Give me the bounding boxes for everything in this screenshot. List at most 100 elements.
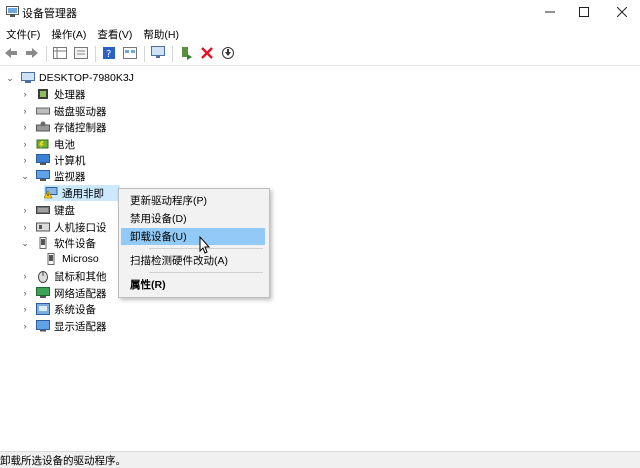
tree-item-system[interactable]: › 系统设备 xyxy=(20,301,96,317)
update-driver-icon xyxy=(179,46,193,63)
tree-item-label: 通用非即 xyxy=(62,187,104,200)
download-icon xyxy=(222,46,234,62)
chevron-right-icon[interactable]: › xyxy=(20,106,30,116)
tree-item-label: 监视器 xyxy=(54,170,86,183)
tree-item-label: 系统设备 xyxy=(54,303,96,316)
tree-item-label: 鼠标和其他 xyxy=(54,270,107,283)
disk-icon xyxy=(36,105,50,117)
show-hide-tree-button[interactable] xyxy=(51,45,69,63)
storage-icon xyxy=(36,121,50,133)
device-manager-icon xyxy=(6,6,19,17)
monitor-scan-icon xyxy=(151,46,165,62)
svg-text:?: ? xyxy=(106,49,111,59)
forward-button[interactable] xyxy=(23,45,41,63)
software-icon xyxy=(36,237,50,249)
chevron-down-icon[interactable]: ⌄ xyxy=(20,171,30,181)
system-icon xyxy=(36,303,50,315)
tree-item-monitor[interactable]: ⌄ 监视器 xyxy=(20,168,86,184)
menu-uninstall-device[interactable]: 卸载设备(U) xyxy=(121,228,265,245)
network-icon xyxy=(36,287,50,299)
forward-icon xyxy=(25,47,39,62)
tree-item-storage[interactable]: › 存储控制器 xyxy=(20,119,107,135)
chevron-right-icon[interactable]: › xyxy=(20,122,30,132)
context-menu: 更新驱动程序(P) 禁用设备(D) 卸载设备(U) 扫描检测硬件改动(A) 属性… xyxy=(118,188,270,298)
tree-item-computer[interactable]: › 计算机 xyxy=(20,152,86,168)
tree-item-label: 存储控制器 xyxy=(54,121,107,134)
chevron-right-icon[interactable]: › xyxy=(20,304,30,314)
menu-action[interactable]: 操作(A) xyxy=(45,27,91,42)
view-button[interactable] xyxy=(121,45,139,63)
tree-item-network[interactable]: › 网络适配器 xyxy=(20,285,107,301)
chevron-right-icon[interactable]: › xyxy=(20,89,30,99)
update-driver-button[interactable] xyxy=(177,45,195,63)
tree-item-display-adapter[interactable]: › 显示适配器 xyxy=(20,318,107,334)
tree-item-label: 网络适配器 xyxy=(54,287,107,300)
tree-root-label: DESKTOP-7980K3J xyxy=(39,72,134,84)
tree-item-processor[interactable]: › 处理器 xyxy=(20,86,86,102)
chevron-right-icon[interactable]: › xyxy=(20,205,30,215)
tree-item-microsoft[interactable]: Microso xyxy=(44,251,99,267)
back-button[interactable] xyxy=(2,45,20,63)
chevron-right-icon[interactable]: › xyxy=(20,288,30,298)
tree-item-battery[interactable]: › 电池 xyxy=(20,136,76,152)
menu-disable-device[interactable]: 禁用设备(D) xyxy=(121,210,265,227)
tree-item-label: 软件设备 xyxy=(54,237,96,250)
hid-icon xyxy=(36,221,50,233)
menu-file[interactable]: 文件(F) xyxy=(0,27,45,42)
window-title: 设备管理器 xyxy=(22,8,77,20)
tree-item-generic-monitor[interactable]: 通用非即 xyxy=(44,185,120,201)
uninstall-button[interactable] xyxy=(198,45,216,63)
status-bar: 卸载所选设备的驱动程序。 xyxy=(0,451,640,468)
mouse-cursor-icon xyxy=(199,235,211,257)
tree-item-label: 键盘 xyxy=(54,204,75,217)
tree-item-hid[interactable]: › 人机接口设 xyxy=(20,219,107,235)
battery-icon xyxy=(36,138,50,150)
title-bar: 设备管理器 xyxy=(0,0,640,24)
tree-root[interactable]: ⌄ DESKTOP-7980K3J xyxy=(5,70,134,86)
chevron-right-icon[interactable]: › xyxy=(20,155,30,165)
close-button[interactable] xyxy=(604,0,640,24)
properties-grid-icon xyxy=(53,46,67,62)
view-icon xyxy=(123,46,137,62)
menu-view[interactable]: 查看(V) xyxy=(91,27,137,42)
chevron-right-icon[interactable]: › xyxy=(20,222,30,232)
toolbar-separator xyxy=(46,46,47,62)
properties-button[interactable] xyxy=(72,45,90,63)
enable-device-button[interactable] xyxy=(219,45,237,63)
maximize-button[interactable] xyxy=(566,0,602,24)
properties-icon xyxy=(74,46,88,62)
mouse-icon xyxy=(36,270,50,283)
tree-item-label: 计算机 xyxy=(54,154,86,167)
help-icon: ? xyxy=(103,46,115,62)
uninstall-x-icon xyxy=(201,46,213,62)
help-button[interactable]: ? xyxy=(100,45,118,63)
status-text: 卸载所选设备的驱动程序。 xyxy=(0,454,126,467)
menu-scan-hardware[interactable]: 扫描检测硬件改动(A) xyxy=(121,252,265,269)
tree-item-disk[interactable]: › 磁盘驱动器 xyxy=(20,103,107,119)
tree-item-label: 人机接口设 xyxy=(54,221,107,234)
tree-item-software[interactable]: ⌄ 软件设备 xyxy=(20,235,96,251)
menu-bar: 文件(F) 操作(A) 查看(V) 帮助(H) xyxy=(0,26,640,42)
cpu-icon xyxy=(36,88,50,100)
tree-item-keyboard[interactable]: › 键盘 xyxy=(20,202,76,218)
scan-hardware-button[interactable] xyxy=(149,45,167,63)
tree-item-label: 磁盘驱动器 xyxy=(54,105,107,118)
toolbar-separator xyxy=(95,46,96,62)
warning-monitor-icon xyxy=(44,187,58,199)
menu-separator xyxy=(149,272,263,273)
display-adapter-icon xyxy=(36,320,50,332)
menu-properties[interactable]: 属性(R) xyxy=(121,276,265,293)
software-device-icon xyxy=(44,253,58,265)
computer-icon xyxy=(36,154,50,166)
menu-help[interactable]: 帮助(H) xyxy=(137,27,184,42)
menu-update-driver[interactable]: 更新驱动程序(P) xyxy=(121,192,265,209)
chevron-down-icon[interactable]: ⌄ xyxy=(20,238,30,248)
toolbar: ? xyxy=(0,43,640,66)
chevron-down-icon[interactable]: ⌄ xyxy=(5,73,15,83)
chevron-right-icon[interactable]: › xyxy=(20,271,30,281)
computer-icon xyxy=(21,72,35,84)
chevron-right-icon[interactable]: › xyxy=(20,321,30,331)
chevron-right-icon[interactable]: › xyxy=(20,139,30,149)
minimize-button[interactable] xyxy=(532,0,568,24)
tree-item-mouse[interactable]: › 鼠标和其他 xyxy=(20,268,107,284)
